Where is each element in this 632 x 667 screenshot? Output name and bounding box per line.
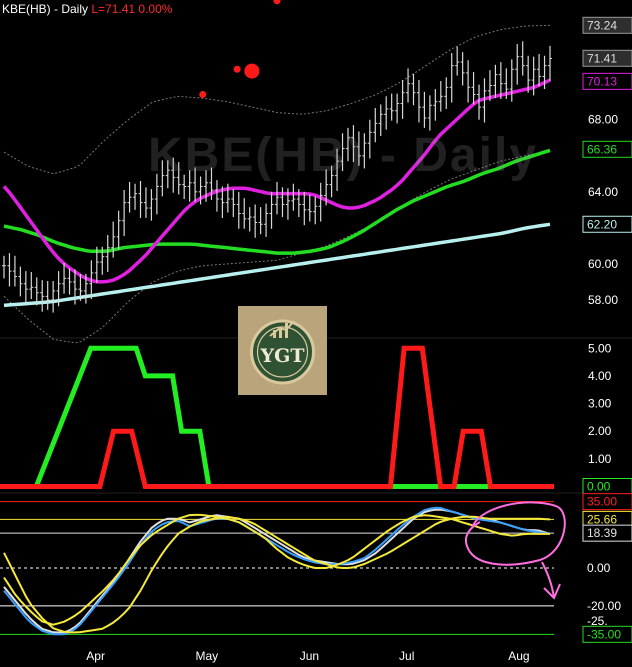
signal-current-label: 0.00 bbox=[587, 479, 611, 493]
stoch-white-line bbox=[3, 508, 551, 634]
price-label-text: 73.24 bbox=[587, 18, 617, 32]
stoch-axis-label: -20.00 bbox=[587, 599, 621, 613]
signal-tick-label: 5.00 bbox=[588, 341, 612, 355]
signal-tick-label: 2.00 bbox=[588, 424, 612, 438]
stoch-axis-label: 25.66 bbox=[587, 512, 617, 526]
price-label-text: 71.41 bbox=[587, 51, 617, 65]
signal-tick-label: 3.00 bbox=[588, 397, 612, 411]
signal-tick-label: 4.00 bbox=[588, 369, 612, 383]
price-label-text: 62.20 bbox=[587, 217, 617, 231]
signal-tick-label: 1.00 bbox=[588, 452, 612, 466]
logo-text: YGT bbox=[260, 345, 305, 367]
ygt-logo: YGT bbox=[238, 306, 327, 395]
x-axis-month-label: Apr bbox=[86, 649, 105, 663]
price-tick-label: 68.00 bbox=[588, 113, 618, 127]
stoch-axis-label: 35.00 bbox=[587, 495, 617, 509]
stoch-axis-label: 18.39 bbox=[587, 526, 617, 540]
logo-emblem: YGT bbox=[250, 319, 315, 385]
signal-dot bbox=[244, 63, 260, 79]
stoch-axis-label: -35.00 bbox=[587, 627, 621, 641]
x-axis-month-label: Aug bbox=[508, 649, 529, 663]
signal-dot bbox=[233, 65, 241, 73]
change-label: 0.00% bbox=[138, 2, 173, 16]
price-tick-label: 60.00 bbox=[588, 257, 618, 271]
signal-dot bbox=[199, 91, 207, 99]
price-tick-label: 64.00 bbox=[588, 185, 618, 199]
x-axis-month-label: May bbox=[196, 649, 219, 663]
price-tick-label: 58.00 bbox=[588, 293, 618, 307]
symbol-label: KBE(HB) - Daily bbox=[2, 2, 89, 16]
x-axis-month-label: Jun bbox=[300, 649, 319, 663]
last-price-label: L=71.41 bbox=[91, 2, 136, 16]
x-axis-month-label: Jul bbox=[399, 649, 414, 663]
price-label-text: 70.13 bbox=[587, 74, 617, 88]
stoch-axis-label: 0.00 bbox=[587, 561, 611, 575]
signal-dot bbox=[273, 0, 281, 5]
price-label-text: 66.36 bbox=[587, 142, 617, 156]
watermark: KBE(HB) - Daily bbox=[148, 129, 539, 182]
chart-header: KBE(HB) - Daily L=71.41 0.00% bbox=[2, 2, 172, 16]
